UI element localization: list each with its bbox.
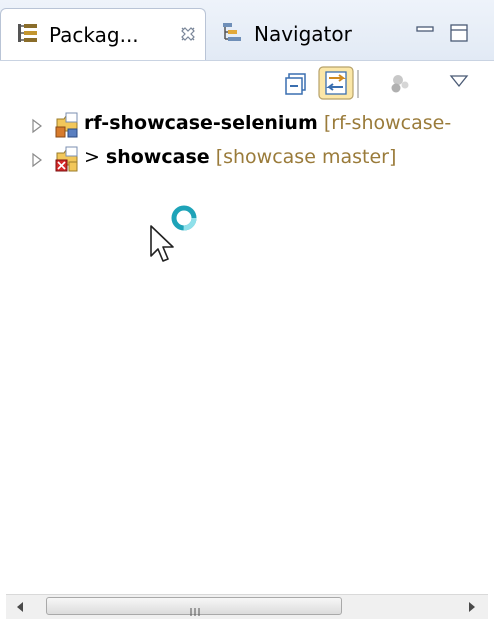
tree-item[interactable]: rf-showcase-selenium [rf-showcase- (0, 110, 494, 140)
close-icon[interactable] (177, 23, 199, 49)
view-tab-bar: Packag... Navigator (0, 0, 494, 61)
project-name: showcase (105, 146, 210, 168)
tab-label: Packag... (49, 22, 139, 47)
filter-icon[interactable] (388, 72, 412, 100)
java-project-icon (54, 111, 80, 143)
expand-icon[interactable] (30, 152, 44, 172)
view-toolbar (0, 60, 494, 104)
scroll-right-icon[interactable] (466, 599, 478, 619)
collapse-all-icon[interactable] (284, 72, 308, 100)
view-menu-icon[interactable] (448, 72, 470, 96)
navigator-icon (222, 21, 244, 47)
tab-package-explorer[interactable]: Packag... (0, 8, 206, 60)
package-explorer-icon (17, 22, 39, 48)
project-decoration: [rf-showcase- (323, 112, 452, 134)
maven-project-icon (54, 145, 80, 177)
project-decoration: [showcase master] (215, 146, 397, 168)
grip-icon (189, 602, 201, 621)
tab-label: Navigator (254, 22, 352, 46)
scrollbar-thumb[interactable] (46, 597, 342, 616)
horizontal-scrollbar[interactable] (6, 594, 488, 619)
project-name: rf-showcase-selenium (84, 112, 318, 134)
link-with-editor-icon[interactable] (318, 66, 354, 104)
expand-icon[interactable] (30, 118, 44, 138)
toolbar-separator (356, 70, 360, 102)
busy-cursor-icon (146, 202, 206, 270)
maximize-icon[interactable] (448, 22, 470, 48)
dirty-marker: > (84, 146, 100, 168)
tree-item[interactable]: > showcase [showcase master] (0, 144, 494, 174)
scroll-left-icon[interactable] (14, 599, 26, 619)
tab-navigator[interactable]: Navigator (210, 8, 380, 60)
minimize-icon[interactable] (414, 22, 436, 44)
